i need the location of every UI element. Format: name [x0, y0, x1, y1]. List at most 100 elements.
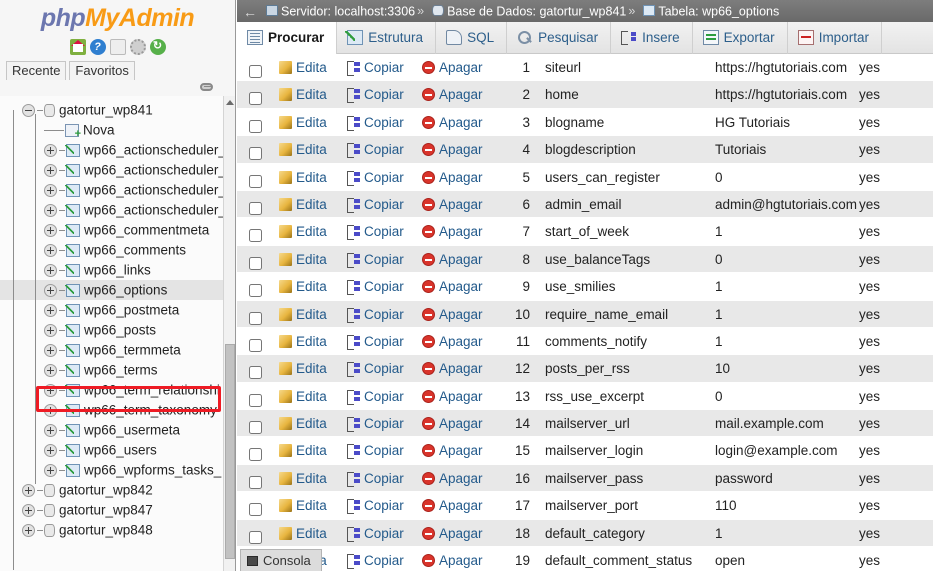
scroll-up-arrow[interactable] [225, 100, 234, 105]
edit-row-button[interactable]: Edita [279, 191, 327, 218]
tab-importar[interactable]: Importar [788, 22, 882, 54]
pin-icon[interactable] [200, 83, 213, 91]
tree-expand-toggle[interactable] [44, 343, 57, 357]
sidebar-scrollbar[interactable] [223, 96, 235, 571]
sidebar-tab-favoritos[interactable]: Favoritos [69, 61, 135, 80]
delete-row-button[interactable]: Apagar [422, 81, 483, 108]
tree-expand-toggle[interactable] [44, 243, 57, 257]
tree-item-gatortur-wp842[interactable]: gatortur_wp842 [0, 480, 224, 500]
delete-row-button[interactable]: Apagar [422, 492, 483, 519]
row-select-checkbox[interactable] [249, 92, 262, 106]
copy-row-button[interactable]: Copiar [347, 410, 404, 437]
edit-row-button[interactable]: Edita [279, 136, 327, 163]
tree-expand-toggle[interactable] [44, 443, 57, 457]
copy-row-button[interactable]: Copiar [347, 383, 404, 410]
row-select-checkbox[interactable] [249, 229, 262, 243]
table-row[interactable]: Edita Copiar Apagar 14 mailserver_url mail.ex… [237, 410, 933, 438]
tab-sql[interactable]: SQL [436, 22, 508, 54]
copy-row-button[interactable]: Copiar [347, 191, 404, 218]
phpmyadmin-logo[interactable]: phpMyAdmin [0, 0, 235, 33]
edit-row-button[interactable]: Edita [279, 410, 327, 437]
refresh-icon[interactable]: ↻ [149, 38, 166, 55]
tree-expand-toggle[interactable] [44, 163, 57, 177]
breadcrumb-server[interactable]: Servidor: localhost:3306 [281, 5, 415, 19]
tree-item-nova[interactable]: Nova [0, 120, 224, 140]
copy-row-button[interactable]: Copiar [347, 492, 404, 519]
table-row[interactable]: Edita Copiar Apagar 13 rss_use_excerpt 0 yes [237, 382, 933, 411]
copy-row-button[interactable]: Copiar [347, 437, 404, 464]
edit-row-button[interactable]: Edita [279, 301, 327, 328]
tree-item-gatortur-wp847[interactable]: gatortur_wp847 [0, 500, 224, 520]
delete-row-button[interactable]: Apagar [422, 355, 483, 382]
documentation-icon[interactable] [109, 38, 126, 55]
table-row[interactable]: Edita Copiar Apagar 10 require_name_email 1 ye… [237, 300, 933, 328]
row-select-checkbox[interactable] [249, 503, 262, 517]
tab-pesquisar[interactable]: Pesquisar [507, 22, 612, 54]
table-row[interactable]: Edita Copiar Apagar 2 home https://hgtutoriai… [237, 81, 933, 109]
tree-item-wp66-links[interactable]: wp66_links [0, 260, 224, 280]
settings-gear-icon[interactable] [129, 38, 146, 55]
tree-item-wp66-options[interactable]: wp66_options [0, 280, 224, 300]
edit-row-button[interactable]: Edita [279, 520, 327, 547]
home-icon[interactable] [69, 38, 86, 55]
scrollbar-thumb[interactable] [225, 344, 235, 559]
table-row[interactable]: Edita Copiar Apagar 15 mailserver_login login… [237, 437, 933, 465]
tree-collapse-toggle[interactable] [22, 103, 35, 117]
copy-row-button[interactable]: Copiar [347, 246, 404, 273]
delete-row-button[interactable]: Apagar [422, 301, 483, 328]
copy-row-button[interactable]: Copiar [347, 301, 404, 328]
table-row[interactable]: Edita Copiar Apagar 9 use_smilies 1 yes [237, 273, 933, 301]
edit-row-button[interactable]: Edita [279, 109, 327, 136]
table-row[interactable]: Edita Copiar Apagar 8 use_balanceTags 0 yes [237, 245, 933, 274]
row-select-checkbox[interactable] [249, 284, 262, 298]
breadcrumb-table[interactable]: Tabela: wp66_options [658, 5, 779, 19]
row-select-checkbox[interactable] [249, 448, 262, 462]
back-arrow-icon[interactable]: ← [240, 1, 260, 23]
delete-row-button[interactable]: Apagar [422, 465, 483, 492]
tree-expand-toggle[interactable] [44, 183, 57, 197]
tree-item-wp66-posts[interactable]: wp66_posts [0, 320, 224, 340]
table-row[interactable]: Edita Copiar Apagar 3 blogname HG Tutoriais ye… [237, 108, 933, 137]
edit-row-button[interactable]: Edita [279, 437, 327, 464]
tree-expand-toggle[interactable] [44, 323, 57, 337]
delete-row-button[interactable]: Apagar [422, 328, 483, 355]
console-toggle-button[interactable]: Consola [240, 549, 322, 571]
row-select-checkbox[interactable] [249, 338, 262, 352]
delete-row-button[interactable]: Apagar [422, 383, 483, 410]
table-row[interactable]: Edita Copiar Apagar 17 mailserver_port 110 yes [237, 492, 933, 520]
row-select-checkbox[interactable] [249, 147, 262, 161]
edit-row-button[interactable]: Edita [279, 164, 327, 191]
tab-exportar[interactable]: Exportar [693, 22, 788, 54]
tree-expand-toggle[interactable] [44, 363, 57, 377]
tree-expand-toggle[interactable] [44, 463, 57, 477]
tree-expand-toggle[interactable] [44, 263, 57, 277]
tree-item-wp66-comments[interactable]: wp66_comments [0, 240, 224, 260]
copy-row-button[interactable]: Copiar [347, 136, 404, 163]
tree-expand-toggle[interactable] [44, 423, 57, 437]
table-row[interactable]: Edita Copiar Apagar 4 blogdescription Tutoria… [237, 136, 933, 164]
table-row[interactable]: Edita Copiar Apagar 6 admin_email admin@hgtut… [237, 190, 933, 219]
table-row[interactable]: EditaCopiarApagar19default_comment_statu… [237, 547, 933, 571]
tree-item-wp66-wpforms-tasks[interactable]: wp66_wpforms_tasks_ [0, 460, 224, 480]
row-select-checkbox[interactable] [249, 174, 262, 188]
delete-row-button[interactable]: Apagar [422, 410, 483, 437]
delete-row-button[interactable]: Apagar [422, 54, 483, 81]
sidebar-tab-recente[interactable]: Recente [6, 61, 67, 80]
edit-row-button[interactable]: Edita [279, 465, 327, 492]
tree-item-wp66-actionscheduler[interactable]: wp66_actionscheduler_ [0, 200, 224, 220]
tree-item-wp66-term-relationshi[interactable]: wp66_term_relationshi [0, 380, 224, 400]
tree-expand-toggle[interactable] [44, 303, 57, 317]
tree-expand-toggle[interactable] [44, 403, 57, 417]
tree-item-wp66-postmeta[interactable]: wp66_postmeta [0, 300, 224, 320]
delete-row-button[interactable]: Apagar [422, 164, 483, 191]
row-select-checkbox[interactable] [249, 366, 262, 380]
copy-row-button[interactable]: Copiar [347, 81, 404, 108]
delete-row-button[interactable]: Apagar [422, 437, 483, 464]
delete-row-button[interactable]: Apagar [422, 109, 483, 136]
tree-item-wp66-actionscheduler[interactable]: wp66_actionscheduler_ [0, 160, 224, 180]
table-row[interactable]: Edita Copiar Apagar 5 users_can_register 0 yes [237, 163, 933, 191]
copy-row-button[interactable]: Copiar [347, 520, 404, 547]
row-select-checkbox[interactable] [249, 119, 262, 133]
delete-row-button[interactable]: Apagar [422, 520, 483, 547]
row-select-checkbox[interactable] [249, 201, 262, 215]
